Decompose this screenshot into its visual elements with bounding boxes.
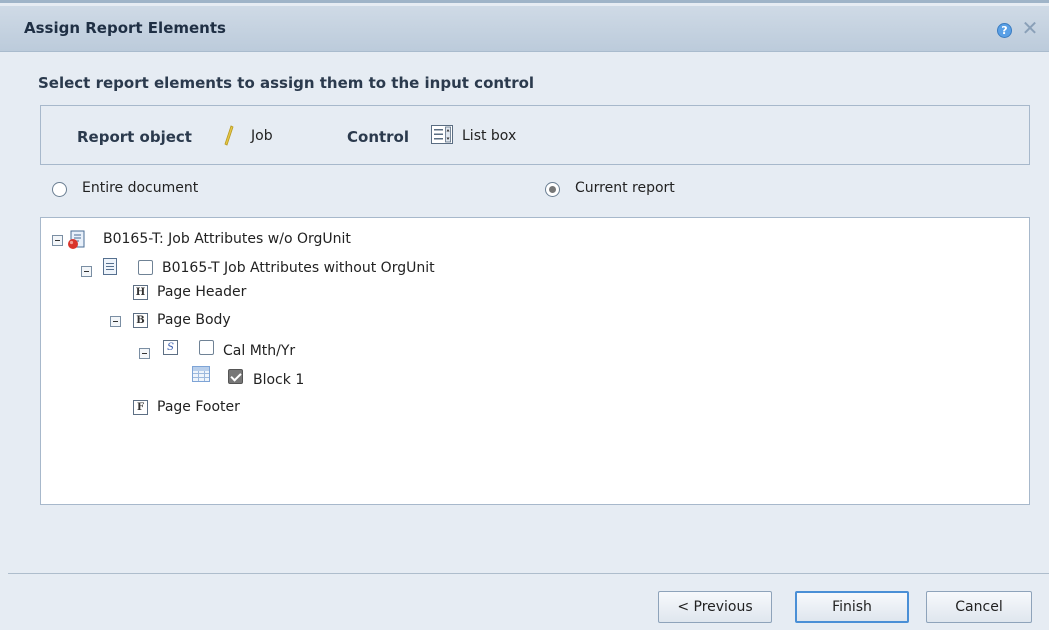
help-icon[interactable]: ? xyxy=(997,23,1012,38)
collapse-report-toggle[interactable] xyxy=(81,266,92,277)
page-body-icon: B xyxy=(133,313,148,328)
page-header-icon: H xyxy=(133,285,148,300)
page-footer-icon: F xyxy=(133,400,148,415)
instruction-heading: Select report elements to assign them to… xyxy=(38,74,535,92)
tree-section-label[interactable]: Cal Mth/Yr xyxy=(223,343,295,359)
report-checkbox[interactable] xyxy=(138,260,153,275)
collapse-section-toggle[interactable] xyxy=(139,348,150,359)
tree-page-body-label[interactable]: Page Body xyxy=(157,312,231,328)
cancel-button[interactable]: Cancel xyxy=(926,591,1032,623)
tree-root-label[interactable]: B0165-T: Job Attributes w/o OrgUnit xyxy=(103,231,351,247)
report-object-label: Report object xyxy=(77,128,192,146)
webi-document-icon xyxy=(68,230,85,249)
current-report-radio[interactable] xyxy=(545,182,560,197)
section-checkbox[interactable] xyxy=(199,340,214,355)
list-box-icon xyxy=(431,125,453,144)
dialog-title: Assign Report Elements xyxy=(24,19,226,37)
collapse-root-toggle[interactable] xyxy=(52,235,63,246)
assign-report-elements-dialog: Assign Report Elements ? ✕ Select report… xyxy=(0,0,1049,630)
dialog-titlebar: Assign Report Elements ? ✕ xyxy=(0,6,1049,52)
section-icon: S xyxy=(163,340,178,355)
block-checkbox[interactable] xyxy=(228,369,243,384)
report-object-value: Job xyxy=(251,128,273,144)
info-panel: Report object Job Control List box xyxy=(40,105,1030,165)
report-elements-tree[interactable]: B0165-T: Job Attributes w/o OrgUnit B016… xyxy=(40,217,1030,505)
table-icon xyxy=(192,366,210,382)
entire-document-radio[interactable] xyxy=(52,182,67,197)
collapse-page-body-toggle[interactable] xyxy=(110,316,121,327)
dimension-icon xyxy=(224,125,234,146)
footer-separator xyxy=(8,573,1049,574)
report-icon xyxy=(103,258,117,275)
tree-report-label[interactable]: B0165-T Job Attributes without OrgUnit xyxy=(162,260,435,276)
finish-button[interactable]: Finish xyxy=(795,591,909,623)
control-label: Control xyxy=(347,128,410,146)
close-icon[interactable]: ✕ xyxy=(1020,18,1040,38)
tree-page-footer-label[interactable]: Page Footer xyxy=(157,399,240,415)
tree-page-header-label[interactable]: Page Header xyxy=(157,284,246,300)
control-value: List box xyxy=(462,128,517,144)
current-report-label[interactable]: Current report xyxy=(575,180,675,196)
previous-button[interactable]: < Previous xyxy=(658,591,772,623)
tree-block-label[interactable]: Block 1 xyxy=(253,372,304,388)
entire-document-label[interactable]: Entire document xyxy=(82,180,198,196)
